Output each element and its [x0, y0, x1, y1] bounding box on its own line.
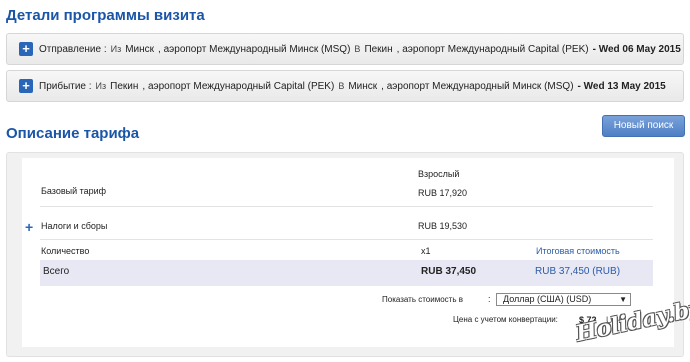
show-cost-label: Показать стоимость в: [382, 295, 463, 304]
departure-label: Отправление :: [39, 43, 107, 55]
to-airport: , аэропорт Международный Capital (PEK): [396, 43, 589, 55]
departure-row[interactable]: + Отправление : Из Минск , аэропорт Межд…: [6, 33, 684, 65]
expand-taxes-icon[interactable]: +: [25, 219, 33, 235]
to-word: В: [338, 81, 345, 91]
taxes-label: Налоги и сборы: [41, 221, 108, 231]
from-word: Из: [95, 81, 107, 91]
expand-departure-icon[interactable]: +: [19, 42, 33, 56]
new-search-button[interactable]: Новый поиск: [602, 115, 685, 137]
colon: :: [488, 294, 491, 304]
to-city: Минск: [348, 80, 378, 92]
from-city: Пекин: [110, 80, 139, 92]
arrival-row[interactable]: + Прибытие : Из Пекин , аэропорт Междуна…: [6, 70, 684, 102]
divider: [40, 206, 653, 207]
from-city: Минск: [125, 43, 155, 55]
converted-label: Цена с учетом конвертации:: [453, 315, 558, 324]
currency-selected: Доллар (США) (USD): [503, 294, 592, 304]
tariff-table: Взрослый Базовый тариф RUB 17,920 + Нало…: [22, 158, 674, 347]
arrival-date: - Wed 13 May 2015: [577, 80, 666, 92]
total-cost-value: RUB 37,450 (RUB): [535, 266, 621, 277]
visit-details-title: Детали программы визита: [6, 7, 205, 24]
to-airport: , аэропорт Международный Минск (MSQ): [381, 80, 574, 92]
base-fare-label: Базовый тариф: [41, 186, 107, 196]
expand-arrival-icon[interactable]: +: [19, 79, 33, 93]
tariff-title: Описание тарифа: [6, 125, 140, 142]
currency-select[interactable]: Доллар (США) (USD) ▼: [496, 293, 631, 306]
to-city: Пекин: [364, 43, 393, 55]
from-word: Из: [110, 44, 122, 54]
total-value: RUB 37,450: [421, 266, 477, 277]
from-airport: , аэропорт Международный Capital (PEK): [142, 80, 335, 92]
divider: [40, 239, 653, 240]
from-airport: , аэропорт Международный Минск (MSQ): [158, 43, 351, 55]
quantity-value: x1: [421, 246, 431, 256]
total-cost-header: Итоговая стоимость: [536, 246, 620, 256]
departure-date: - Wed 06 May 2015: [592, 43, 681, 55]
base-fare-value: RUB 17,920: [418, 188, 468, 198]
taxes-value: RUB 19,530: [418, 221, 468, 231]
adult-header: Взрослый: [418, 169, 460, 179]
total-label: Всего: [43, 266, 70, 277]
dropdown-arrow-icon: ▼: [619, 295, 627, 304]
to-word: В: [354, 44, 361, 54]
quantity-label: Количество: [41, 246, 90, 256]
arrival-label: Прибытие :: [39, 80, 92, 92]
